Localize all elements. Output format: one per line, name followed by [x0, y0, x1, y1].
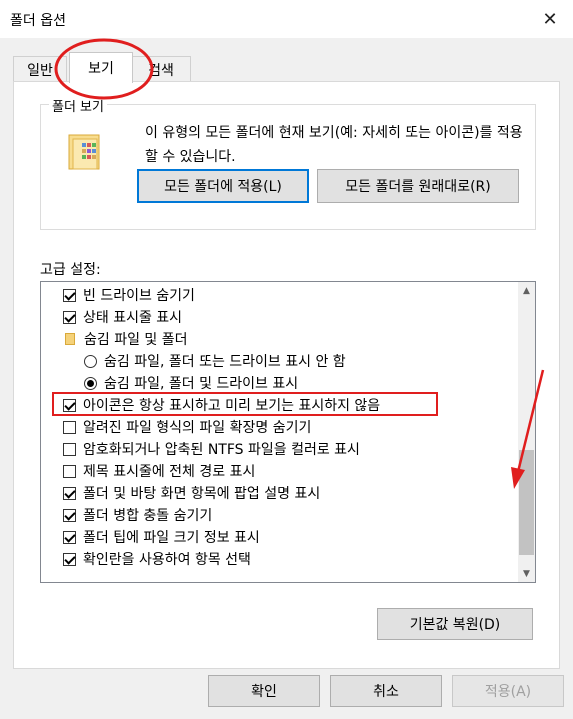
scroll-thumb[interactable] — [519, 450, 534, 555]
list-item-label: 빈 드라이브 숨기기 — [83, 288, 195, 304]
checkbox[interactable] — [63, 464, 76, 478]
list-item[interactable]: 숨김 파일 및 폴더 — [65, 328, 188, 350]
window-title: 폴더 옵션 — [10, 13, 66, 29]
list-item[interactable]: 알려진 파일 형식의 파일 확장명 숨기기 — [63, 416, 311, 438]
tab-view[interactable]: 보기 — [69, 52, 133, 83]
cancel-button[interactable]: 취소 — [330, 675, 442, 707]
apply-button[interactable]: 적용(A) — [452, 675, 564, 707]
reset-folders-button[interactable]: 모든 폴더를 원래대로(R) — [317, 169, 519, 203]
list-item[interactable]: 상태 표시줄 표시 — [63, 306, 182, 328]
apply-to-folders-button[interactable]: 모든 폴더에 적용(L) — [137, 169, 309, 203]
folder-views-description: 이 유형의 모든 폴더에 현재 보기(예: 자세히 또는 아이콘)를 적용할 수… — [145, 125, 523, 165]
checkbox[interactable] — [63, 288, 76, 302]
list-scrollbar[interactable]: ▲ ▼ — [518, 282, 535, 582]
list-item-label: 제목 표시줄에 전체 경로 표시 — [83, 464, 256, 480]
tab-strip: 일반 보기 검색 — [0, 52, 573, 83]
list-item-label: 폴더 병합 충돌 숨기기 — [83, 508, 213, 524]
close-icon[interactable]: ✕ — [527, 0, 573, 38]
list-item-label: 폴더 및 바탕 화면 항목에 팝업 설명 표시 — [83, 486, 321, 502]
view-tab-panel: 폴더 보기 이 유형의 모든 폴더에 현재 보기(예: 자세히 또는 아이콘)를… — [13, 81, 560, 669]
list-item[interactable]: 폴더 병합 충돌 숨기기 — [63, 504, 212, 526]
list-item-label: 폴더 팁에 파일 크기 정보 표시 — [83, 530, 260, 546]
folder-icon — [65, 333, 75, 345]
advanced-settings-label: 고급 설정: — [40, 262, 101, 278]
list-item-label: 암호화되거나 압축된 NTFS 파일을 컬러로 표시 — [83, 442, 360, 458]
list-item[interactable]: 숨김 파일, 폴더 및 드라이브 표시 — [84, 372, 298, 394]
checkbox[interactable] — [63, 486, 76, 500]
advanced-settings-list[interactable]: 빈 드라이브 숨기기 상태 표시줄 표시 숨김 파일 및 폴더 숨김 파일, 폴… — [40, 281, 536, 583]
list-item-label: 숨김 파일 및 폴더 — [84, 332, 188, 348]
folder-view-icon — [68, 134, 100, 170]
checkbox[interactable] — [63, 530, 76, 544]
list-item-label: 확인란을 사용하여 항목 선택 — [83, 552, 251, 568]
list-item-label: 숨김 파일, 폴더 및 드라이브 표시 — [104, 376, 299, 392]
checkbox[interactable] — [63, 398, 76, 412]
radio-button[interactable] — [84, 376, 97, 390]
list-item[interactable]: 숨김 파일, 폴더 또는 드라이브 표시 안 함 — [84, 350, 346, 372]
folder-views-group: 폴더 보기 이 유형의 모든 폴더에 현재 보기(예: 자세히 또는 아이콘)를… — [40, 96, 536, 230]
scroll-up-icon[interactable]: ▲ — [518, 282, 535, 299]
list-item-label: 상태 표시줄 표시 — [83, 310, 183, 326]
checkbox[interactable] — [63, 310, 76, 324]
tab-search[interactable]: 검색 — [131, 56, 191, 82]
scroll-down-icon[interactable]: ▼ — [518, 565, 535, 582]
restore-defaults-button[interactable]: 기본값 복원(D) — [377, 608, 533, 640]
checkbox[interactable] — [63, 552, 76, 566]
checkbox[interactable] — [63, 508, 76, 522]
checkbox[interactable] — [63, 420, 76, 434]
list-item[interactable]: 폴더 팁에 파일 크기 정보 표시 — [63, 526, 260, 548]
list-item[interactable]: 암호화되거나 압축된 NTFS 파일을 컬러로 표시 — [63, 438, 360, 460]
list-item[interactable]: 확인란을 사용하여 항목 선택 — [63, 548, 251, 570]
list-item[interactable]: 폴더 및 바탕 화면 항목에 팝업 설명 표시 — [63, 482, 320, 504]
list-item-label: 알려진 파일 형식의 파일 확장명 숨기기 — [83, 420, 312, 436]
list-item[interactable]: 제목 표시줄에 전체 경로 표시 — [63, 460, 255, 482]
folder-views-title: 폴더 보기 — [49, 96, 107, 115]
radio-button[interactable] — [84, 354, 97, 368]
list-item[interactable]: 빈 드라이브 숨기기 — [63, 284, 195, 306]
tab-general[interactable]: 일반 — [13, 56, 67, 82]
list-item-label: 아이콘은 항상 표시하고 미리 보기는 표시하지 않음 — [83, 398, 381, 414]
title-bar: 폴더 옵션 ✕ — [0, 0, 573, 38]
checkbox[interactable] — [63, 442, 76, 456]
list-item-label: 숨김 파일, 폴더 또는 드라이브 표시 안 함 — [104, 354, 346, 370]
list-item[interactable]: 아이콘은 항상 표시하고 미리 보기는 표시하지 않음 — [63, 394, 380, 416]
ok-button[interactable]: 확인 — [208, 675, 320, 707]
